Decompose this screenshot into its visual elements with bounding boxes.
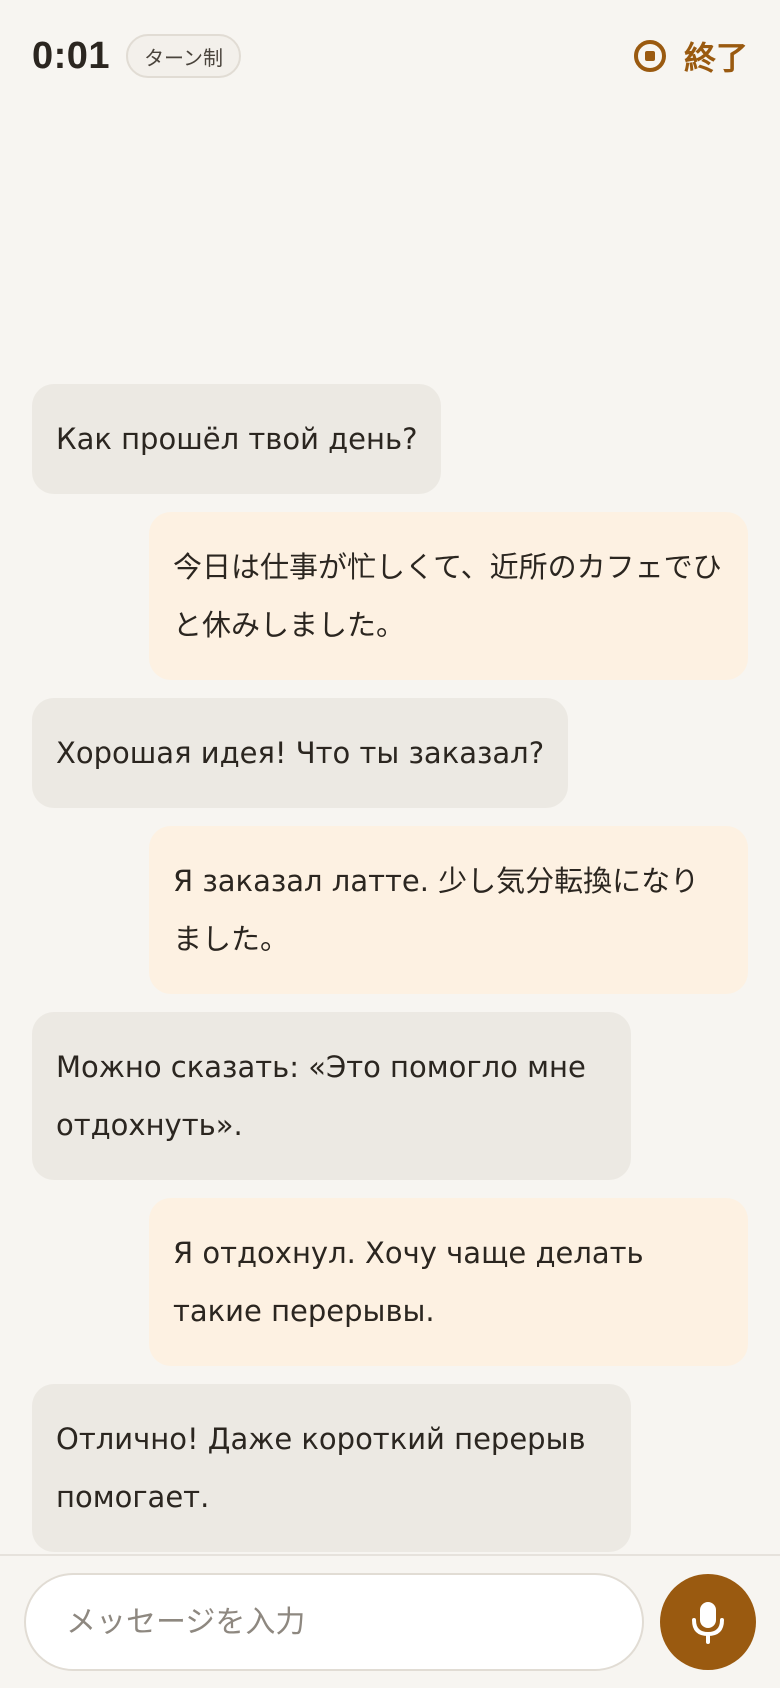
assistant-message: Можно сказать: «Это помогло мне отдохнут… xyxy=(32,1012,631,1180)
end-session-label: 終了 xyxy=(683,39,748,77)
conversation-screen: 0:01 ターン制 終了 Как прошёл твой день? 今日は仕事… xyxy=(0,0,780,1688)
composer-bar xyxy=(0,1554,780,1688)
assistant-message: Хорошая идея! Что ты заказал? xyxy=(32,698,569,808)
message-input[interactable] xyxy=(24,1573,644,1671)
microphone-button[interactable] xyxy=(660,1574,756,1670)
user-message: Я отдохнул. Хочу чаще делать такие перер… xyxy=(149,1198,748,1366)
turn-mode-badge: ターン制 xyxy=(126,34,242,78)
user-message: Я заказал латте. 少し気分転換になりました。 xyxy=(149,826,748,994)
session-timer: 0:01 xyxy=(32,34,111,77)
message-list: Как прошёл твой день? 今日は仕事が忙しくて、近所のカフェで… xyxy=(32,384,748,1552)
user-message: 今日は仕事が忙しくて、近所のカフェでひと休みしました。 xyxy=(149,512,748,680)
assistant-message: Как прошёл твой день? xyxy=(32,384,442,494)
header: 0:01 ターン制 終了 xyxy=(0,0,780,112)
microphone-icon xyxy=(692,1602,724,1644)
end-session-button[interactable]: 終了 xyxy=(633,33,748,79)
assistant-message: Отлично! Даже короткий перерыв помогает. xyxy=(32,1384,631,1552)
stop-circle-icon xyxy=(633,40,666,72)
